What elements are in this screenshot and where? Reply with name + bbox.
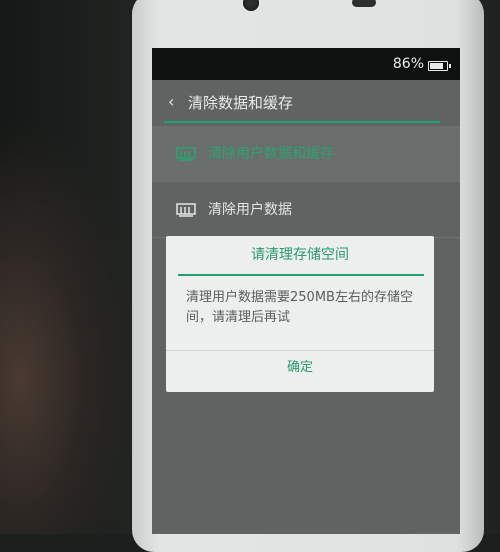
page-title: 清除数据和缓存 [188,94,294,112]
storage-clean-icon [176,147,196,161]
battery-icon [428,61,451,71]
front-camera [243,0,259,11]
earpiece-speaker [352,0,376,7]
menu-item-label: 清除用户数据和缓存 [208,146,334,162]
storage-clean-icon [176,203,196,217]
confirm-button[interactable]: 确定 [166,351,434,389]
storage-warning-dialog: 请清理存储空间 清理用户数据需要250MB左右的存储空间，请清理后再试 确定 [166,236,434,392]
header-underline [164,121,440,123]
dialog-title: 请清理存储空间 [251,247,349,263]
menu-item-clear-data[interactable]: 清除用户数据 [152,182,460,238]
chevron-left-icon[interactable]: ‹ [168,92,174,111]
status-bar: 86% [152,48,460,80]
dialog-title-divider [178,274,424,276]
battery-level-fill [430,63,443,69]
page-header: ‹ 清除数据和缓存 [152,80,460,124]
app-content: ‹ 清除数据和缓存 清除用户数据和缓存 清除用户数据 请清理存储空间 清理用户数… [152,80,460,534]
battery-percentage: 86% [392,56,424,72]
menu-item-clear-data-and-cache[interactable]: 清除用户数据和缓存 [152,126,460,182]
menu-item-label: 清除用户数据 [208,202,292,218]
phone-screen: 86% ‹ 清除数据和缓存 清除用户数据和缓存 清除用户数据 请清理存储空间 清… [152,48,460,534]
dialog-message: 清理用户数据需要250MB左右的存储空间，请清理后再试 [186,290,413,325]
